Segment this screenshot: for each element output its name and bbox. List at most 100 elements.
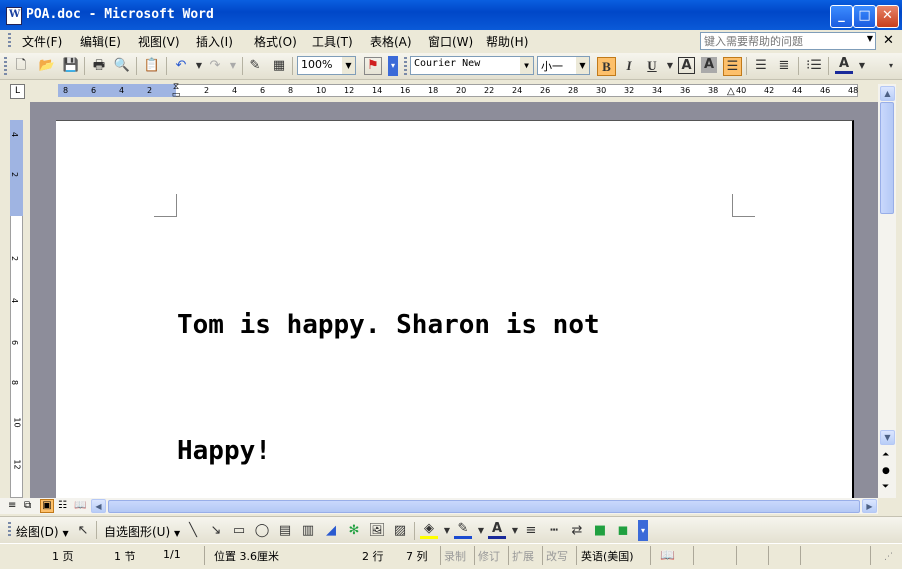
line-icon[interactable]: ╲ [184, 522, 202, 540]
research-icon[interactable]: ⚑ [364, 57, 382, 75]
toolbar-options-icon[interactable]: ▾ [882, 57, 900, 75]
menu-format[interactable]: 格式(O) [254, 33, 297, 50]
shadow-style-icon[interactable]: ■ [591, 522, 609, 540]
char-shading-button[interactable]: A [701, 57, 717, 73]
draw-dropdown-icon[interactable]: ▼ [62, 529, 68, 538]
spelling-check-icon[interactable]: 📖 [660, 548, 675, 562]
line-style-icon[interactable]: ≡ [522, 522, 540, 540]
document-text[interactable]: Tom is happy. Sharon is not Happy! [177, 220, 777, 514]
wordart-icon[interactable]: ◢ [322, 522, 340, 540]
fill-color-icon[interactable]: ◈ [420, 522, 438, 539]
autoshapes-menu[interactable]: 自选图形(U) ▼ [104, 523, 180, 540]
right-indent-marker-icon[interactable]: △ [727, 86, 735, 97]
print-preview-icon[interactable]: 🔍 [113, 57, 131, 75]
font-size-dropdown-icon[interactable]: ▼ [576, 57, 589, 74]
normal-view-icon[interactable]: ≡ [8, 500, 16, 511]
previous-page-icon[interactable]: ⏶ [882, 450, 889, 460]
select-browse-object-icon[interactable]: ● [882, 466, 890, 476]
redo-icon[interactable]: ↷ [206, 57, 224, 75]
rectangle-icon[interactable]: ▭ [230, 522, 248, 540]
arrow-icon[interactable]: ↘ [207, 522, 225, 540]
underline-dropdown-icon[interactable]: ▼ [661, 57, 679, 75]
open-icon[interactable]: 📂 [38, 57, 56, 75]
font-name-dropdown-icon[interactable]: ▼ [520, 57, 533, 74]
font-color-dropdown-icon[interactable]: ▼ [853, 57, 871, 75]
toolbar-grip[interactable] [4, 57, 7, 75]
menu-window[interactable]: 窗口(W) [428, 33, 473, 50]
word-doc-icon[interactable]: W [6, 7, 22, 25]
font-name-select[interactable]: Courier New ▼ [410, 56, 534, 75]
resize-grip-icon[interactable]: ⋰ [884, 552, 893, 562]
italic-button[interactable]: I [620, 57, 638, 75]
text-line[interactable]: Tom is happy. Sharon is not [177, 304, 777, 346]
status-rec[interactable]: 录制 [444, 548, 466, 564]
clip-art-icon[interactable]: 🖼 [368, 522, 386, 540]
print-icon[interactable]: 🖶 [90, 57, 108, 75]
bold-button[interactable]: B [597, 57, 616, 76]
close-document-icon[interactable]: ✕ [883, 33, 894, 48]
justify-button[interactable]: ☰ [723, 57, 742, 76]
insert-hyperlink-icon[interactable]: ✎ [246, 57, 264, 75]
menubar-grip[interactable] [8, 33, 11, 49]
new-icon[interactable]: 🗋 [12, 57, 30, 75]
align-center-icon[interactable]: ☰ [752, 57, 770, 75]
dash-style-icon[interactable]: ┅ [545, 522, 563, 540]
scroll-right-icon[interactable]: ▶ [862, 499, 877, 513]
scroll-up-icon[interactable]: ▲ [880, 86, 895, 101]
reading-view-icon[interactable]: 📖 [74, 500, 86, 511]
arrow-style-icon[interactable]: ⇄ [568, 522, 586, 540]
menu-table[interactable]: 表格(A) [370, 33, 412, 50]
save-icon[interactable]: 💾 [62, 57, 80, 75]
select-objects-icon[interactable]: ↖ [74, 522, 92, 540]
title-bar[interactable]: W POA.doc - Microsoft Word _ □ ✕ [0, 0, 902, 30]
text-box-icon[interactable]: ▤ [276, 522, 294, 540]
line-color-icon[interactable]: ✎ [454, 522, 472, 539]
undo-icon[interactable]: ↶ [172, 57, 190, 75]
menu-insert[interactable]: 插入(I) [196, 33, 233, 50]
oval-icon[interactable]: ◯ [253, 522, 271, 540]
autoshapes-dropdown-icon[interactable]: ▼ [174, 529, 180, 538]
menu-help[interactable]: 帮助(H) [486, 33, 528, 50]
menu-tools[interactable]: 工具(T) [312, 33, 353, 50]
status-ext[interactable]: 扩展 [512, 548, 534, 564]
status-trk[interactable]: 修订 [478, 548, 500, 564]
diagram-icon[interactable]: ✻ [345, 522, 363, 540]
drawing-toolbar-options-icon[interactable]: ▾ [638, 520, 648, 541]
close-button[interactable]: ✕ [876, 5, 899, 28]
vertical-scroll-thumb[interactable] [880, 102, 894, 214]
scroll-down-icon[interactable]: ▼ [880, 430, 895, 445]
menu-edit[interactable]: 编辑(E) [80, 33, 121, 50]
help-search-input[interactable] [701, 33, 867, 49]
status-ovr[interactable]: 改写 [546, 548, 568, 564]
paste-icon[interactable]: 📋 [143, 57, 161, 75]
underline-button[interactable]: U [643, 57, 661, 75]
font-color-button[interactable]: A [835, 57, 853, 74]
draw-menu[interactable]: 绘图(D) ▼ [16, 523, 69, 540]
zoom-dropdown-icon[interactable]: ▼ [342, 57, 355, 74]
outline-view-icon[interactable]: ☷ [58, 500, 67, 511]
scroll-left-icon[interactable]: ◀ [91, 499, 106, 513]
web-layout-view-icon[interactable]: ⧉ [24, 500, 31, 511]
menu-view[interactable]: 视图(V) [138, 33, 180, 50]
text-line[interactable]: Happy! [177, 430, 777, 472]
font-size-select[interactable]: 小一 ▼ [537, 56, 590, 75]
help-search-box[interactable]: ▼ [700, 32, 876, 50]
indent-marker-icon[interactable]: ⧖ ▭ [171, 83, 181, 103]
vertical-text-box-icon[interactable]: ▥ [299, 522, 317, 540]
format-toolbar-grip[interactable] [404, 57, 407, 75]
redo-dropdown-icon[interactable]: ▼ [224, 57, 242, 75]
char-border-button[interactable]: A [678, 57, 695, 74]
tab-selector-icon[interactable]: L [10, 84, 25, 99]
next-page-icon[interactable]: ⏷ [882, 482, 889, 492]
help-dropdown-icon[interactable]: ▼ [867, 34, 873, 43]
insert-table-icon[interactable]: ▦ [270, 57, 288, 75]
zoom-select[interactable]: 100% ▼ [297, 56, 356, 75]
insert-picture-icon[interactable]: ▨ [391, 522, 409, 540]
print-layout-view-icon[interactable]: ▣ [40, 499, 54, 513]
menu-file[interactable]: 文件(F) [22, 33, 62, 50]
drawing-toolbar-grip[interactable] [8, 522, 11, 538]
maximize-button[interactable]: □ [853, 5, 876, 28]
toolbar-options-icon[interactable]: ▾ [388, 56, 398, 76]
3d-style-icon[interactable]: ◼ [614, 522, 632, 540]
distributed-align-icon[interactable]: ≣ [775, 57, 793, 75]
